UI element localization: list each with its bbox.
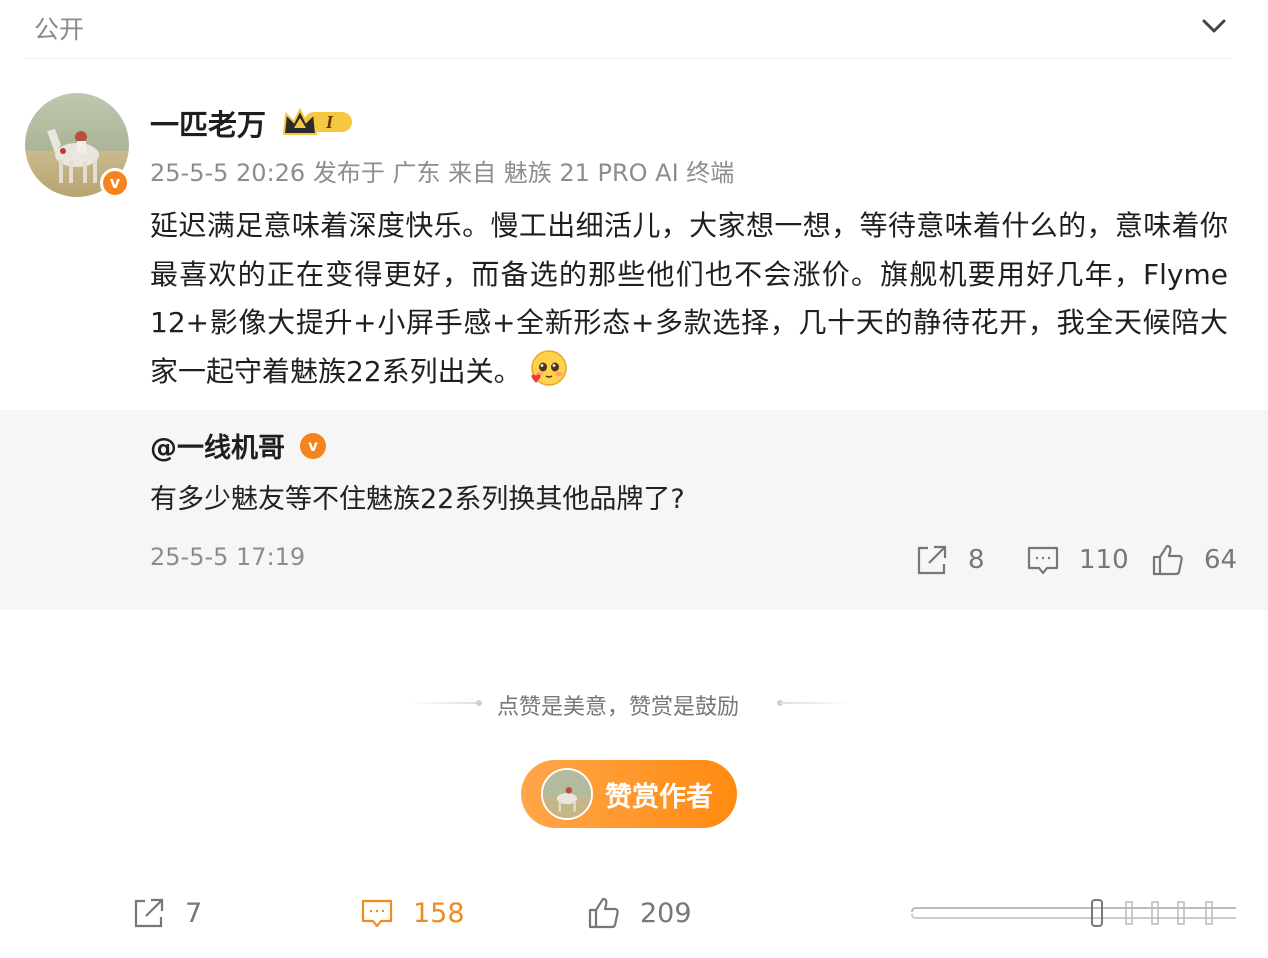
repost-share-button[interactable]: 8	[914, 542, 985, 578]
comment-icon	[361, 899, 393, 928]
reward-avatar	[541, 768, 593, 820]
share-button[interactable]: 7	[131, 895, 202, 931]
verified-badge: v	[100, 168, 130, 198]
repost-like-button[interactable]: 64	[1150, 542, 1237, 578]
post-text: 延迟满足意味着深度快乐。慢工出细活儿，大家想一想，等待意味着什么的，意味着你最喜…	[150, 209, 1228, 388]
scroll-indicator	[911, 899, 1236, 927]
author-name[interactable]: 一匹老万	[150, 102, 266, 144]
share-icon	[917, 545, 947, 575]
reward-divider-right	[780, 702, 850, 704]
repost-author[interactable]: @一线机哥	[150, 426, 285, 465]
reward-divider-left	[408, 702, 482, 704]
header-divider	[24, 58, 1232, 59]
repost-text: 有多少魅友等不住魅族22系列换其他品牌了?	[150, 484, 685, 515]
thumbs-up-icon	[588, 897, 619, 929]
share-icon	[134, 898, 164, 928]
repost-like-count: 64	[1204, 545, 1238, 575]
repost-time: 25-5-5 17:19	[150, 543, 306, 571]
comment-count: 158	[413, 897, 465, 929]
reward-hint: 点赞是美意，赞赏是鼓励	[497, 695, 740, 720]
thumbs-up-icon	[1152, 544, 1183, 576]
chevron-down-icon[interactable]	[1196, 10, 1232, 42]
reward-button-label: 赞赏作者	[605, 781, 713, 813]
like-count: 209	[640, 897, 692, 929]
share-count: 7	[185, 897, 203, 929]
reward-author-button[interactable]: 赞赏作者	[521, 760, 737, 828]
repost-comment-button[interactable]: 110	[1025, 542, 1129, 578]
comment-button[interactable]: 158	[359, 895, 465, 931]
member-level-label: I	[325, 112, 334, 132]
visibility-label: 公开	[34, 15, 85, 44]
blushing-face-emoji-icon	[530, 349, 567, 386]
like-button[interactable]: 209	[586, 895, 692, 931]
repost-verified-badge: v	[300, 433, 326, 459]
post-body: 延迟满足意味着深度快乐。慢工出细活儿，大家想一想，等待意味着什么的，意味着你最喜…	[150, 202, 1228, 396]
comment-icon	[1027, 546, 1059, 575]
member-crown-icon[interactable]: I	[280, 104, 356, 138]
reward-divider-dot-left	[476, 700, 482, 706]
repost-share-count: 8	[968, 545, 985, 575]
post-meta: 25-5-5 20:26 发布于 广东 来自 魅族 21 PRO AI 终端	[150, 159, 735, 187]
repost-comment-count: 110	[1079, 545, 1129, 575]
